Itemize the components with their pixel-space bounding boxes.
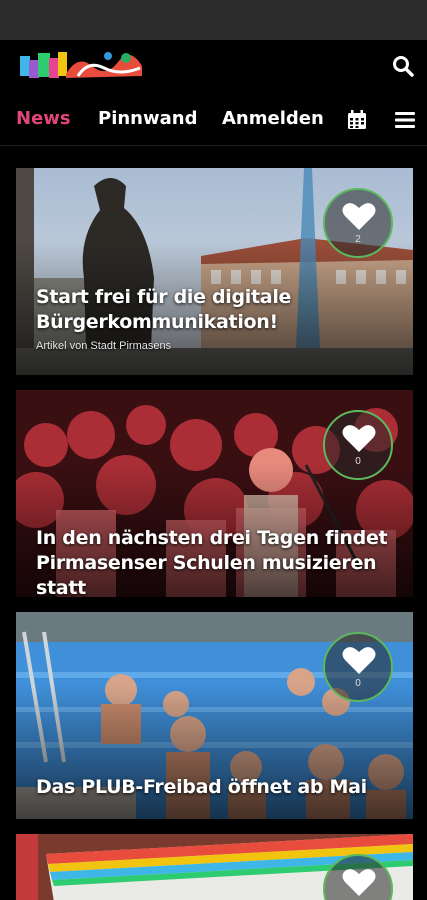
heart-icon bbox=[342, 203, 376, 230]
calendar-icon[interactable] bbox=[346, 109, 368, 131]
news-card[interactable]: In den nächsten drei Tagen findet Pirmas… bbox=[16, 390, 413, 597]
app-header bbox=[0, 40, 427, 100]
news-card-subtitle: Artikel von Stadt Pirmasens bbox=[36, 340, 172, 352]
search-icon[interactable] bbox=[391, 54, 415, 78]
main-nav: News Pinnwand Anmelden bbox=[0, 100, 427, 146]
like-count: 2 bbox=[355, 234, 361, 245]
status-bar bbox=[0, 0, 427, 40]
news-card[interactable]: Das PLUB-Freibad öffnet ab Mai 0 bbox=[16, 612, 413, 819]
news-card-title: In den nächsten drei Tagen findet Pirmas… bbox=[36, 527, 388, 597]
tab-pinnwand[interactable]: Pinnwand bbox=[98, 108, 197, 129]
like-count: 0 bbox=[355, 456, 361, 467]
hamburger-menu-icon[interactable] bbox=[394, 109, 416, 131]
news-card[interactable] bbox=[16, 834, 413, 900]
news-card-title: Start frei für die digitale Bürgerkommun… bbox=[36, 286, 292, 333]
heart-icon bbox=[342, 647, 376, 674]
heart-icon bbox=[342, 869, 376, 896]
app-logo[interactable] bbox=[18, 48, 144, 82]
like-button[interactable]: 0 bbox=[323, 410, 393, 480]
tab-anmelden[interactable]: Anmelden bbox=[222, 108, 324, 129]
news-card-title: Das PLUB-Freibad öffnet ab Mai bbox=[36, 776, 367, 798]
news-feed: Start frei für die digitale Bürgerkommun… bbox=[0, 147, 427, 900]
like-button[interactable]: 2 bbox=[323, 188, 393, 258]
news-card[interactable]: Start frei für die digitale Bürgerkommun… bbox=[16, 168, 413, 375]
heart-icon bbox=[342, 425, 376, 452]
like-count: 0 bbox=[355, 678, 361, 689]
tab-news[interactable]: News bbox=[16, 108, 71, 129]
like-button[interactable]: 0 bbox=[323, 632, 393, 702]
